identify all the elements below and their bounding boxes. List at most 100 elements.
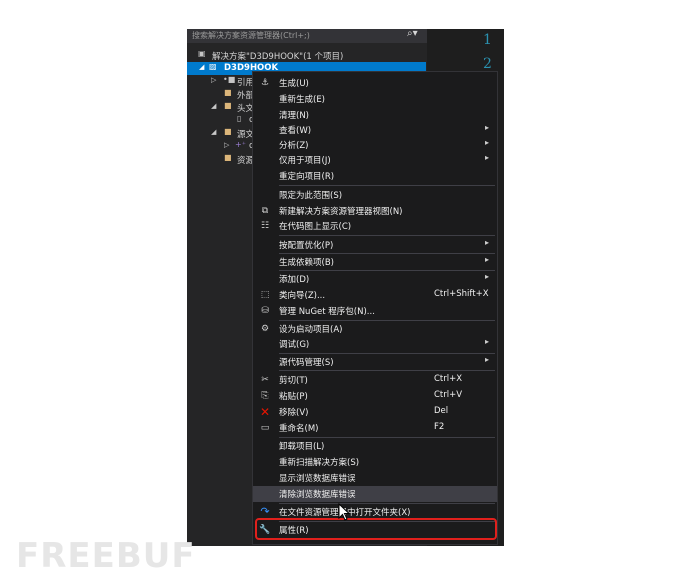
menu-item-project-only[interactable]: 仅用于项目(J) ▸	[253, 152, 497, 168]
menu-item-label: 重新扫描解决方案(S)	[279, 458, 360, 468]
menu-item-nuget[interactable]: ⛁ 管理 NuGet 程序包(N)...	[253, 303, 497, 319]
remove-icon: ✕	[259, 405, 271, 419]
solution-node[interactable]: ▣ 解决方案"D3D9HOOK"(1 个项目)	[187, 49, 427, 62]
menu-item-source-control[interactable]: 源代码管理(S) ▸	[253, 354, 497, 370]
menu-item-label: 清理(N)	[279, 111, 309, 121]
submenu-arrow-icon: ▸	[485, 123, 490, 132]
solution-label: 解决方案"D3D9HOOK"(1 个项目)	[212, 52, 344, 62]
menu-item-class-wizard[interactable]: ⬚ 类向导(Z)... Ctrl+Shift+X	[253, 287, 497, 303]
menu-item-retarget[interactable]: 重定向项目(R)	[253, 168, 497, 184]
scissors-icon: ✂	[261, 375, 269, 385]
menu-item-label: 分析(Z)	[279, 141, 309, 151]
reference-icon: •■	[223, 75, 236, 84]
gear-icon: ⚙	[260, 324, 270, 334]
menu-item-show-db-errors[interactable]: 显示浏览数据库错误	[253, 470, 497, 486]
search-icon[interactable]: ⌕▾	[407, 29, 418, 39]
menu-item-label: 粘贴(P)	[279, 392, 308, 402]
menu-item-debug[interactable]: 调试(G) ▸	[253, 336, 497, 352]
menu-item-label: 按配置优化(P)	[279, 241, 334, 251]
menu-item-shortcut: Ctrl+V	[434, 390, 463, 400]
menu-item-label: 仅用于项目(J)	[279, 156, 331, 166]
menu-item-label: 生成(U)	[279, 79, 309, 89]
menu-item-label: 显示浏览数据库错误	[279, 474, 356, 484]
menu-item-label: 查看(W)	[279, 126, 312, 136]
menu-item-label: 重定向项目(R)	[279, 172, 335, 182]
build-icon: ⚓	[260, 78, 270, 88]
folder-icon: ■	[224, 153, 232, 162]
folder-icon: ■	[224, 101, 232, 110]
menu-item-label: 生成依赖项(B)	[279, 258, 334, 268]
submenu-arrow-icon: ▸	[485, 337, 490, 346]
menu-item-clear-db-errors[interactable]: 清除浏览数据库错误	[253, 486, 497, 502]
folder-icon: ■	[224, 127, 232, 136]
menu-item-rebuild[interactable]: 重新生成(E)	[253, 91, 497, 107]
submenu-arrow-icon: ▸	[485, 272, 490, 281]
menu-item-shortcut: Ctrl+X	[434, 374, 463, 384]
line-number: 1	[483, 32, 492, 48]
properties-highlight-box	[255, 518, 497, 540]
code-map-icon: ☷	[260, 221, 270, 231]
menu-item-label: 类向导(Z)...	[279, 291, 326, 301]
menu-item-label: 卸载项目(L)	[279, 442, 325, 452]
line-number: 2	[483, 56, 492, 72]
search-placeholder: 搜索解决方案资源管理器(Ctrl+;)	[192, 31, 310, 40]
menu-item-label: 源代码管理(S)	[279, 358, 334, 368]
submenu-arrow-icon: ▸	[485, 153, 490, 162]
nuget-icon: ⛁	[261, 306, 269, 316]
menu-item-new-view[interactable]: ⧉ 新建解决方案资源管理器视图(N)	[253, 203, 497, 219]
cpp-project-icon: ▨	[209, 62, 217, 71]
cpp-file-icon: +⁺	[235, 140, 246, 149]
menu-item-label: 调试(G)	[279, 340, 310, 350]
menu-item-paste[interactable]: ⎘ 粘贴(P) Ctrl+V	[253, 388, 497, 404]
collapse-arrow-icon[interactable]: ◢	[211, 102, 216, 110]
submenu-arrow-icon: ▸	[485, 255, 490, 264]
menu-item-label: 限定为此范围(S)	[279, 191, 343, 201]
menu-item-shortcut: Del	[434, 406, 449, 416]
explorer-search-box[interactable]: 搜索解决方案资源管理器(Ctrl+;) ⌕▾	[187, 29, 427, 43]
menu-item-build-deps[interactable]: 生成依赖项(B) ▸	[253, 254, 497, 270]
menu-item-label: 清除浏览数据库错误	[279, 490, 356, 500]
menu-item-rename[interactable]: ▭ 重命名(M) F2	[253, 420, 497, 436]
menu-item-shortcut: Ctrl+Shift+X	[434, 289, 489, 299]
menu-separator	[279, 235, 495, 236]
menu-item-remove[interactable]: ✕ 移除(V) Del	[253, 404, 497, 420]
menu-item-add[interactable]: 添加(D) ▸	[253, 271, 497, 287]
menu-item-view[interactable]: 查看(W) ▸	[253, 122, 497, 138]
class-wizard-icon: ⬚	[260, 290, 270, 300]
menu-item-label: 剪切(T)	[279, 376, 308, 386]
file-icon: ▯	[237, 114, 242, 123]
menu-item-cut[interactable]: ✂ 剪切(T) Ctrl+X	[253, 372, 497, 388]
collapse-arrow-icon[interactable]: ◢	[211, 128, 216, 136]
menu-item-clean[interactable]: 清理(N)	[253, 107, 497, 123]
paste-icon: ⎘	[261, 391, 269, 401]
menu-item-shortcut: F2	[434, 422, 445, 432]
menu-item-label: 管理 NuGet 程序包(N)...	[279, 307, 375, 317]
menu-item-unload[interactable]: 卸载项目(L)	[253, 438, 497, 454]
menu-item-label: 重新生成(E)	[279, 95, 326, 105]
menu-separator	[279, 185, 495, 186]
menu-item-rescan[interactable]: 重新扫描解决方案(S)	[253, 454, 497, 470]
menu-item-code-map[interactable]: ☷ 在代码图上显示(C)	[253, 218, 497, 234]
submenu-arrow-icon: ▸	[485, 238, 490, 247]
context-menu: ⚓ 生成(U) 重新生成(E) 清理(N) 查看(W) ▸ 分析(Z) ▸ 仅用…	[252, 71, 498, 545]
submenu-arrow-icon: ▸	[485, 138, 490, 147]
menu-item-set-startup[interactable]: ⚙ 设为启动项目(A)	[253, 321, 497, 337]
open-folder-icon: ↷	[260, 505, 270, 518]
folder-icon: ■	[224, 88, 232, 97]
menu-item-pgo[interactable]: 按配置优化(P) ▸	[253, 237, 497, 253]
menu-separator	[279, 370, 495, 371]
menu-item-build[interactable]: ⚓ 生成(U)	[253, 75, 497, 91]
menu-item-label: 新建解决方案资源管理器视图(N)	[279, 207, 403, 217]
freebuf-watermark: FREEBUF	[16, 536, 196, 576]
new-view-icon: ⧉	[261, 206, 269, 216]
menu-item-scope[interactable]: 限定为此范围(S)	[253, 187, 497, 203]
menu-item-analyze[interactable]: 分析(Z) ▸	[253, 137, 497, 153]
menu-item-label: 移除(V)	[279, 408, 309, 418]
collapse-arrow-icon[interactable]: ◢	[199, 63, 204, 71]
menu-item-label: 设为启动项目(A)	[279, 325, 343, 335]
menu-item-label: 重命名(M)	[279, 424, 319, 434]
expand-arrow-icon[interactable]: ▷	[224, 141, 229, 149]
expand-arrow-icon[interactable]: ▷	[211, 76, 216, 84]
menu-item-label: 添加(D)	[279, 275, 310, 285]
rename-icon: ▭	[260, 423, 270, 433]
